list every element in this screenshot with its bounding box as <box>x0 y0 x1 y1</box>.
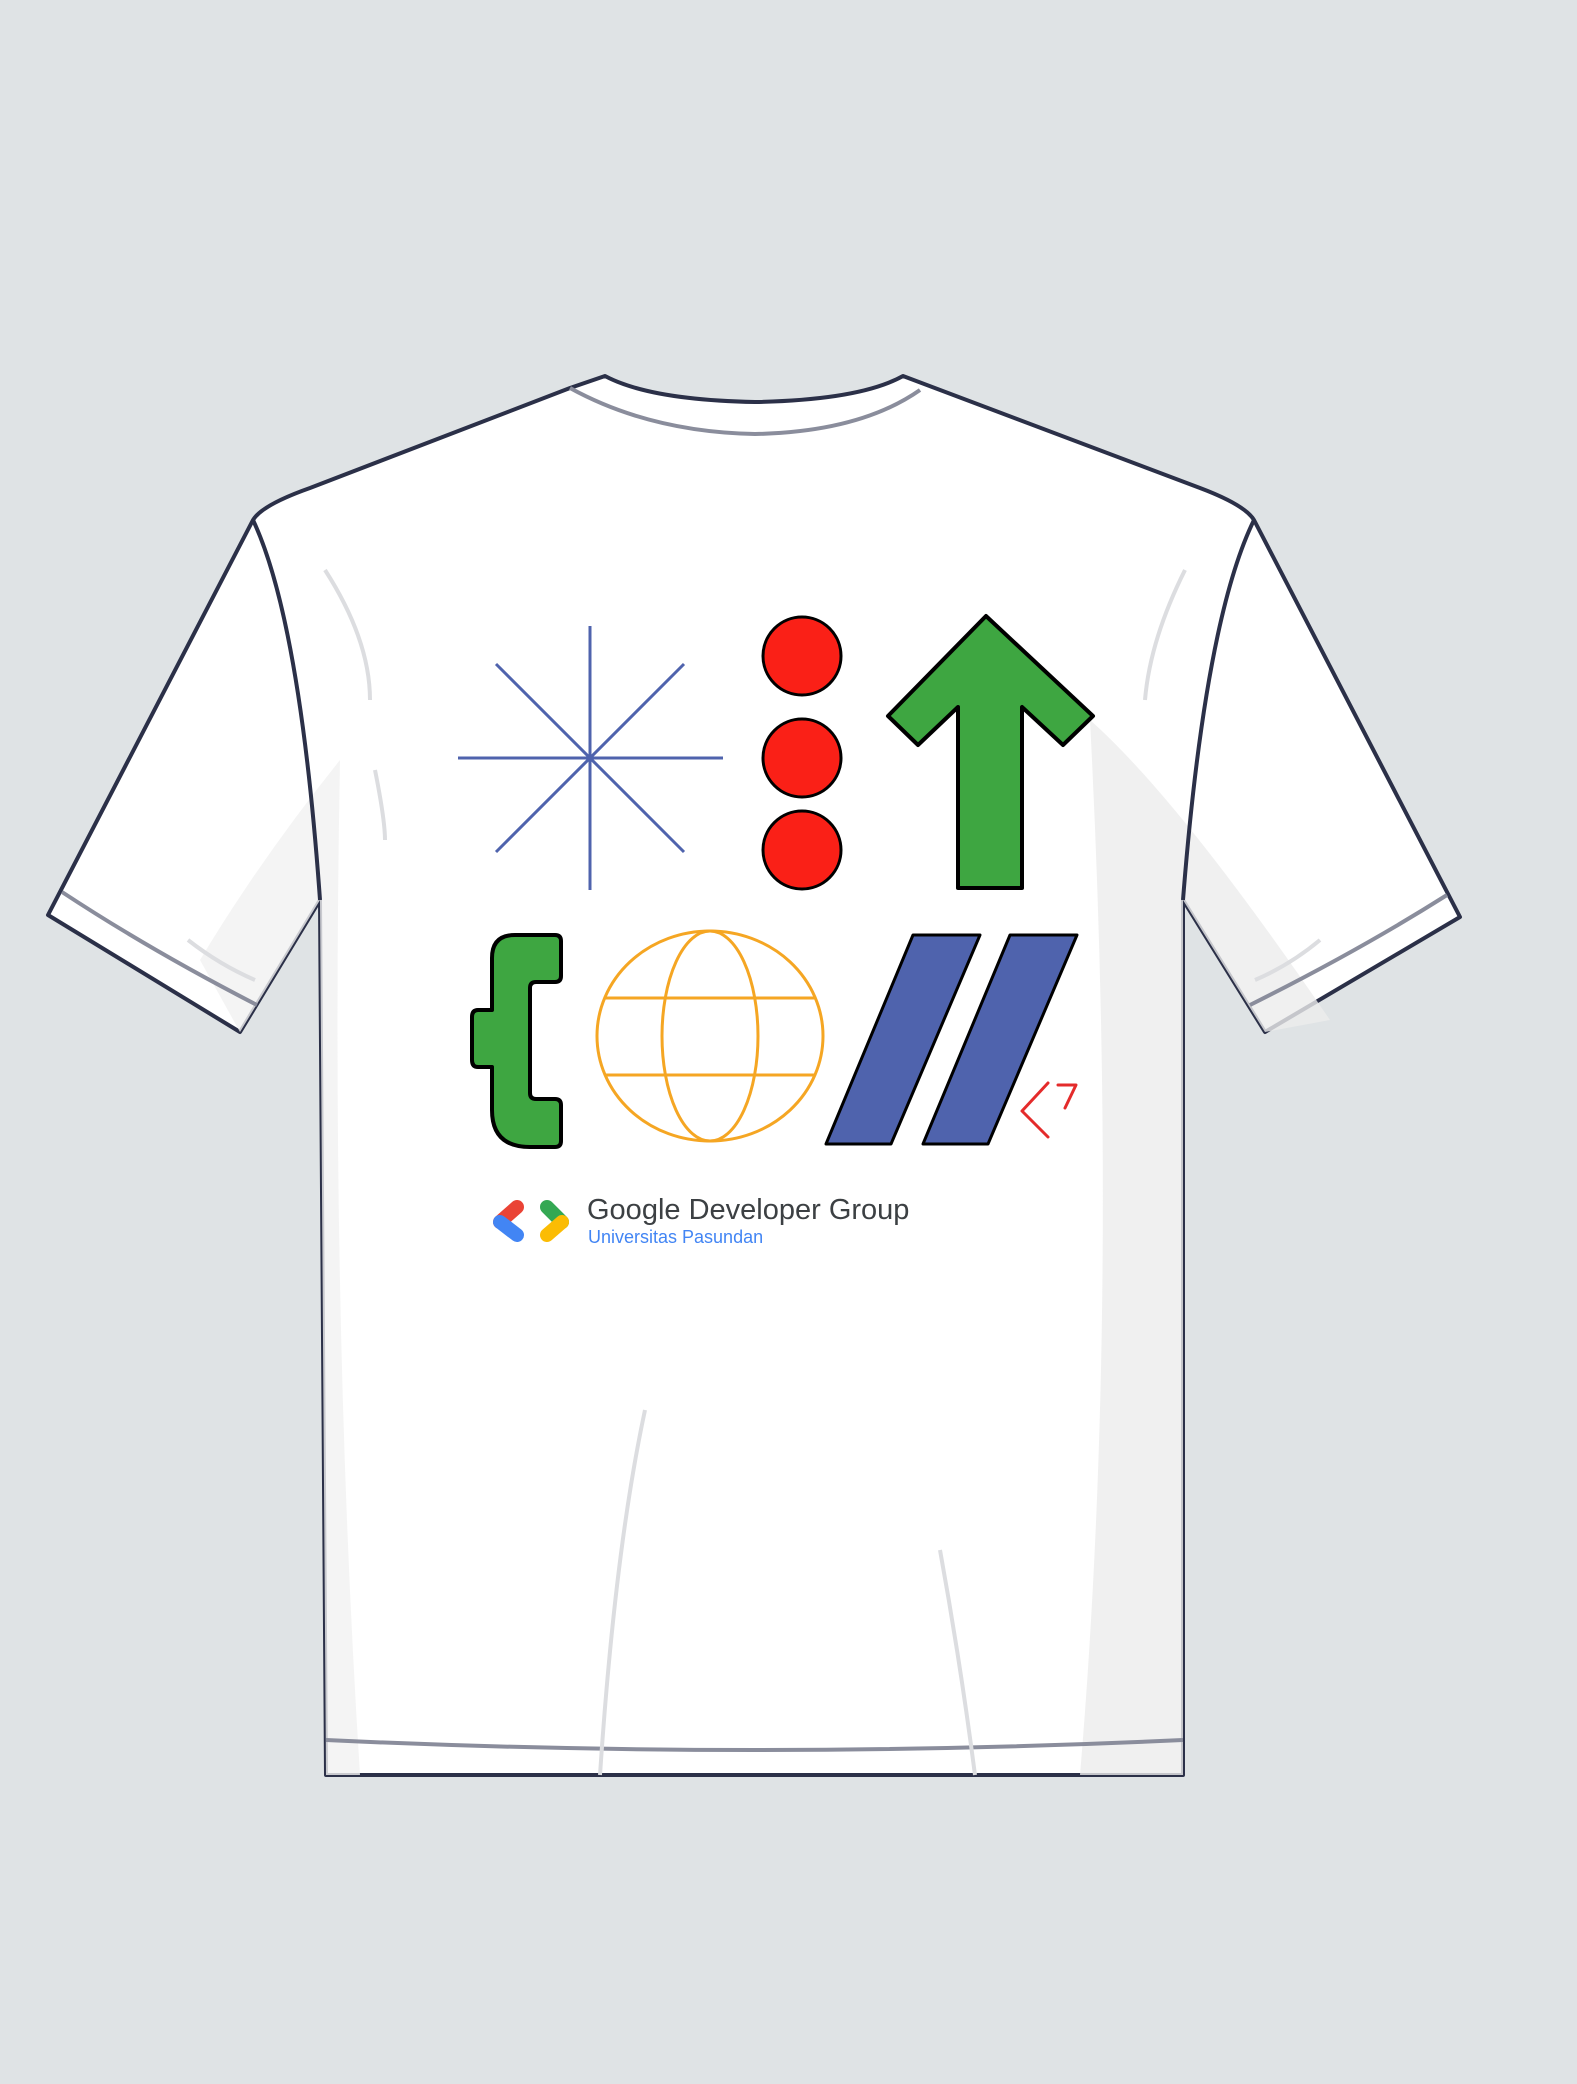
three-red-dots-icon <box>761 615 843 891</box>
gdg-title: Google Developer Group <box>587 1194 909 1226</box>
tshirt-mockup: Google Developer Group Universitas Pasun… <box>0 0 1577 2084</box>
asterisk-burst-icon <box>458 626 723 890</box>
gdg-subtitle: Universitas Pasundan <box>588 1227 763 1247</box>
tshirt-back-view: Google Developer Group Universitas Pasun… <box>46 374 1462 1777</box>
